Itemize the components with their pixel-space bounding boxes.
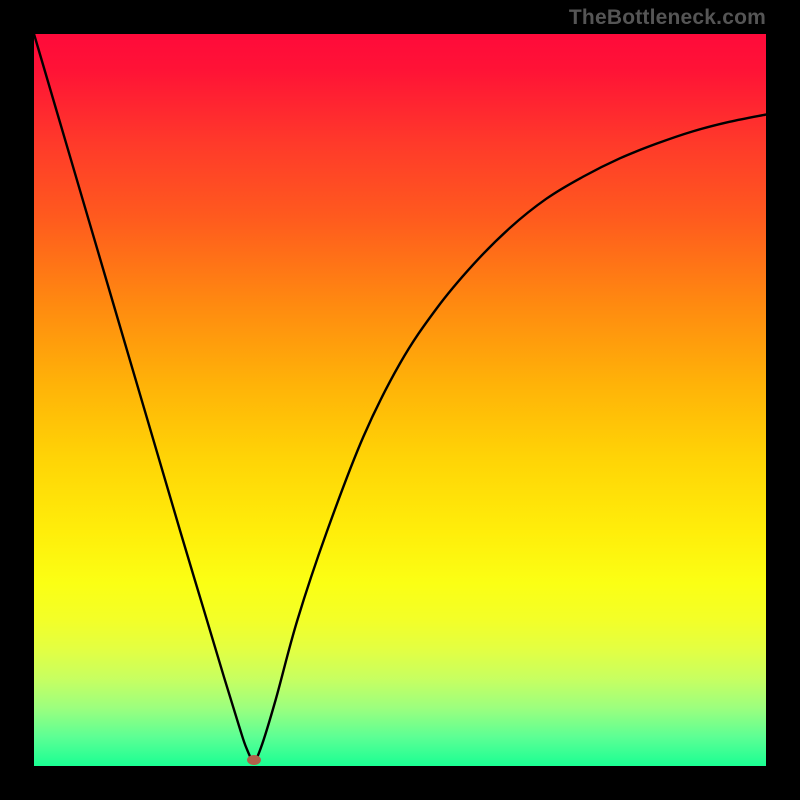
chart-frame: TheBottleneck.com xyxy=(0,0,800,800)
plot-area xyxy=(34,34,766,766)
watermark-text: TheBottleneck.com xyxy=(569,6,766,30)
bottleneck-curve xyxy=(34,34,766,766)
minimum-marker-icon xyxy=(247,755,261,765)
